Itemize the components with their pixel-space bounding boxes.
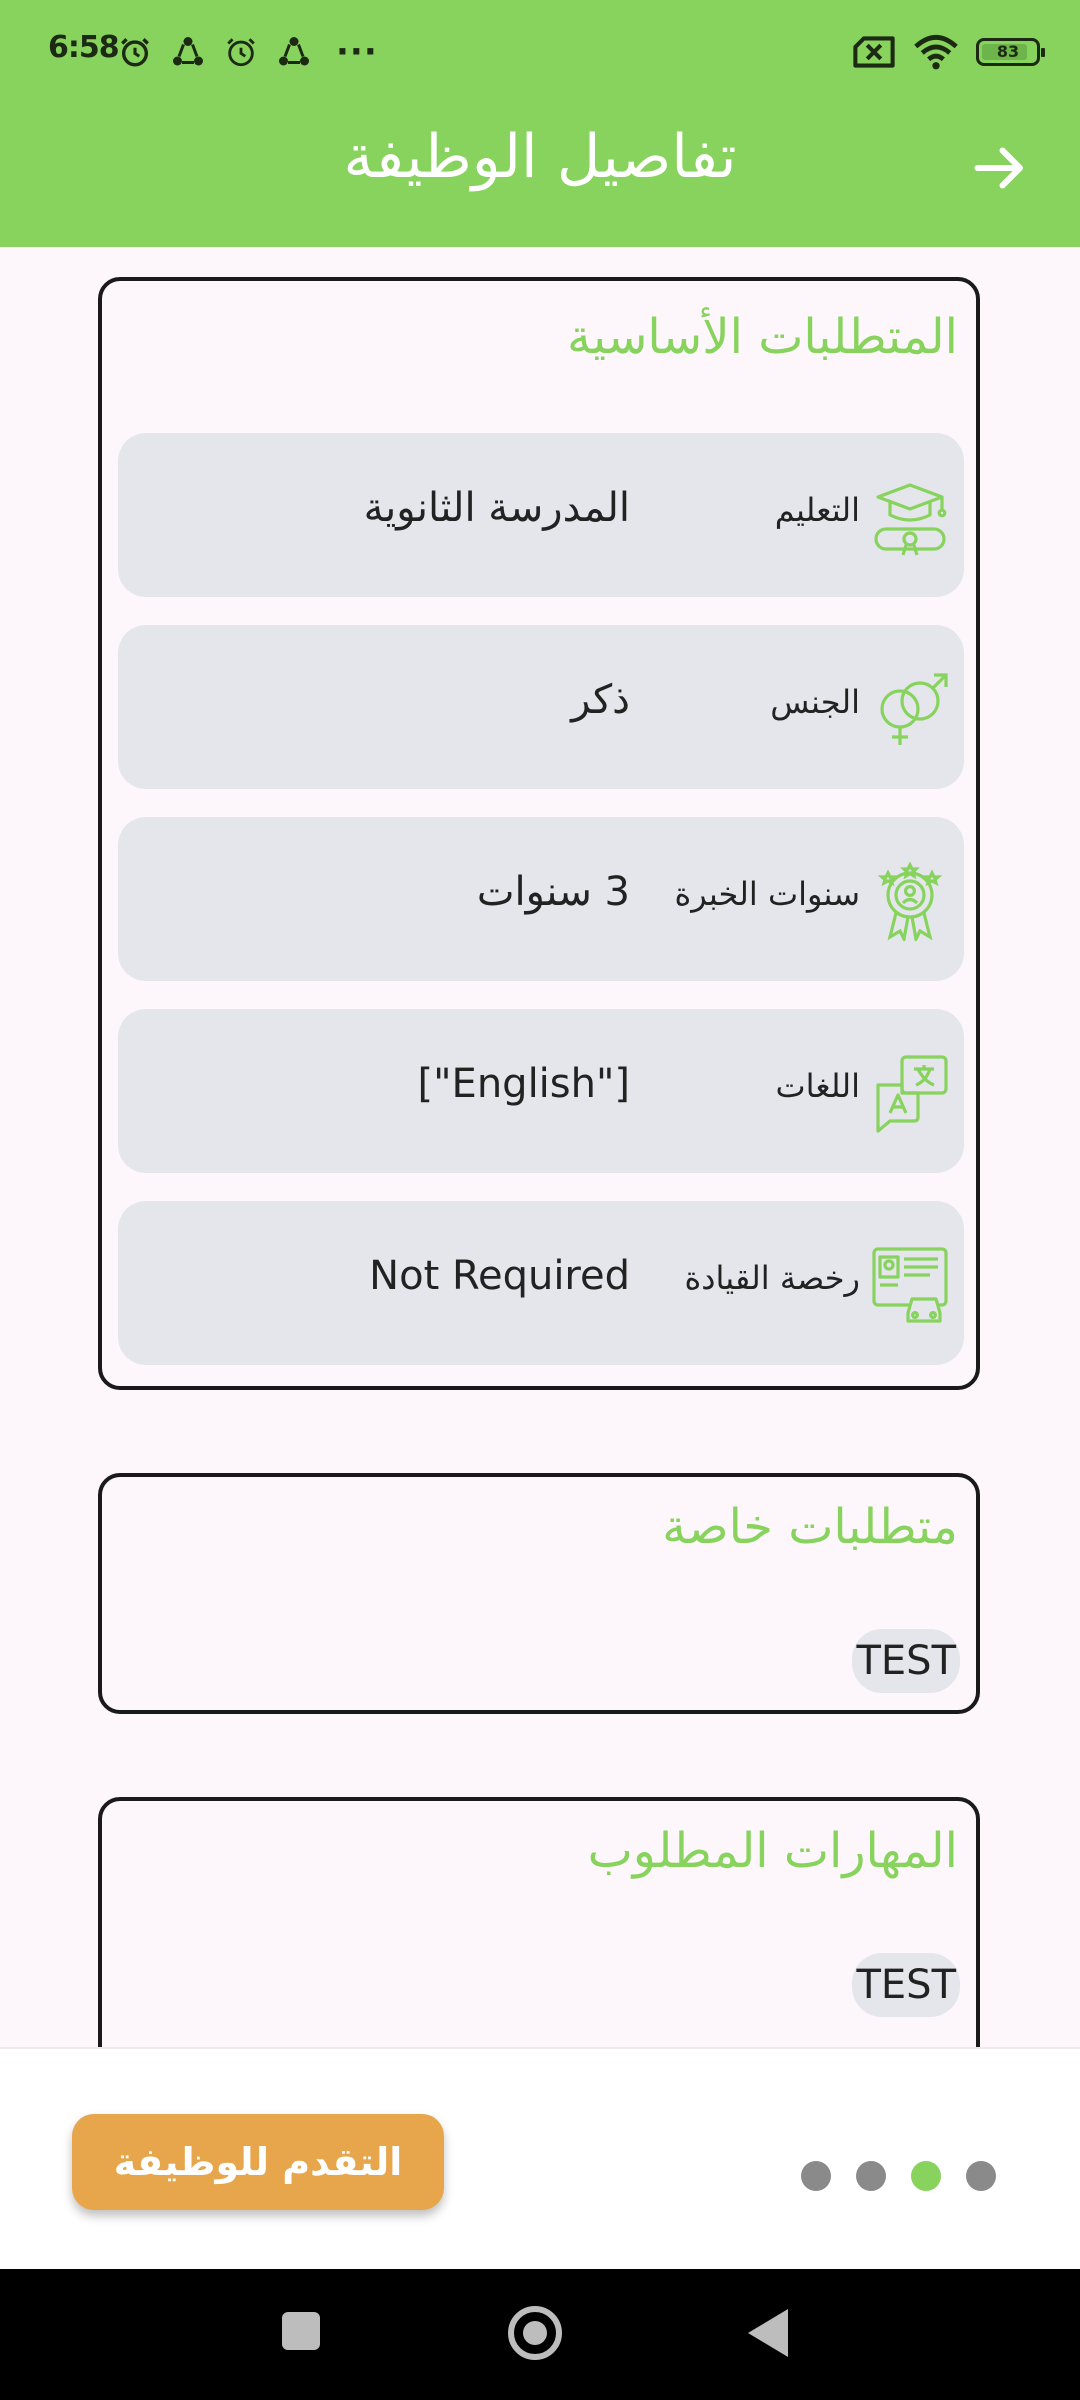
page-dot[interactable] [856, 2161, 886, 2191]
education-value: المدرسة الثانوية [363, 485, 630, 531]
education-label: التعليم [774, 491, 860, 529]
special-requirements-title: متطلبات خاصة [662, 1499, 958, 1555]
page-title: تفاصيل الوظيفة [343, 122, 737, 192]
battery-icon: 83 [976, 38, 1045, 66]
requirement-row-driving-license: رخصة القيادة Not Required [118, 1201, 964, 1365]
alarm-icon [227, 38, 255, 67]
page-dot[interactable] [966, 2161, 996, 2191]
battery-percent: 83 [996, 42, 1020, 61]
status-time: 6:58 [48, 30, 120, 65]
arrow-right-icon[interactable] [970, 138, 1030, 198]
driving-license-icon [872, 1247, 948, 1323]
special-requirements-card: متطلبات خاصة TEST [98, 1473, 980, 1714]
graduation-cap-icon [874, 483, 947, 556]
experience-value: 3 سنوات [476, 869, 630, 915]
requirement-row-gender: الجنس ذكر [118, 625, 964, 789]
recents-button[interactable] [282, 2312, 320, 2350]
special-requirement-chip: TEST [852, 1629, 960, 1693]
bottom-action-bar: التقدم للوظيفة [0, 2047, 1080, 2271]
page-dot-active[interactable] [911, 2161, 941, 2191]
basic-requirements-card: المتطلبات الأساسية التعليم المدرسة الثان… [98, 277, 980, 1390]
alarm-icon [121, 38, 149, 67]
share-icon [173, 37, 203, 66]
translate-icon [876, 1055, 948, 1133]
app-bar: 6:58 ··· 83 تفاصيل الوظيفة [0, 0, 1080, 247]
basic-requirements-title: المتطلبات الأساسية [566, 309, 958, 365]
sim-off-icon [853, 36, 895, 68]
required-skill-chip: TEST [852, 1953, 960, 2017]
required-skills-title: المهارات المطلوب [587, 1823, 958, 1879]
back-button[interactable] [748, 2309, 788, 2357]
driving-license-label: رخصة القيادة [684, 1259, 860, 1297]
home-button[interactable] [508, 2306, 562, 2360]
required-skills-card: المهارات المطلوب TEST [98, 1797, 980, 2047]
more-notifications-indicator: ··· [336, 32, 378, 72]
status-notification-icons: ··· [118, 30, 378, 74]
languages-label: اللغات [775, 1067, 860, 1105]
gender-value: ذكر [571, 677, 630, 723]
page-indicator [801, 2161, 996, 2191]
status-system-icons: 83 [852, 30, 1045, 74]
apply-for-job-button[interactable]: التقدم للوظيفة [72, 2114, 444, 2210]
gender-icon [880, 673, 948, 745]
languages-value: ["English"] [417, 1061, 630, 1107]
experience-label: سنوات الخبرة [674, 875, 860, 913]
requirement-row-experience: سنوات الخبرة 3 سنوات [118, 817, 964, 981]
gender-label: الجنس [770, 683, 860, 721]
page-dot[interactable] [801, 2161, 831, 2191]
share-icon [279, 37, 309, 66]
requirement-row-education: التعليم المدرسة الثانوية [118, 433, 964, 597]
wifi-icon [914, 34, 958, 70]
job-details-scroll[interactable]: المتطلبات الأساسية التعليم المدرسة الثان… [0, 247, 1080, 2047]
status-bar: 6:58 ··· 83 [0, 0, 1080, 100]
requirement-row-languages: اللغات ["English"] [118, 1009, 964, 1173]
award-badge-icon [877, 861, 943, 941]
system-navigation-bar [0, 2269, 1080, 2400]
driving-license-value: Not Required [369, 1253, 630, 1299]
